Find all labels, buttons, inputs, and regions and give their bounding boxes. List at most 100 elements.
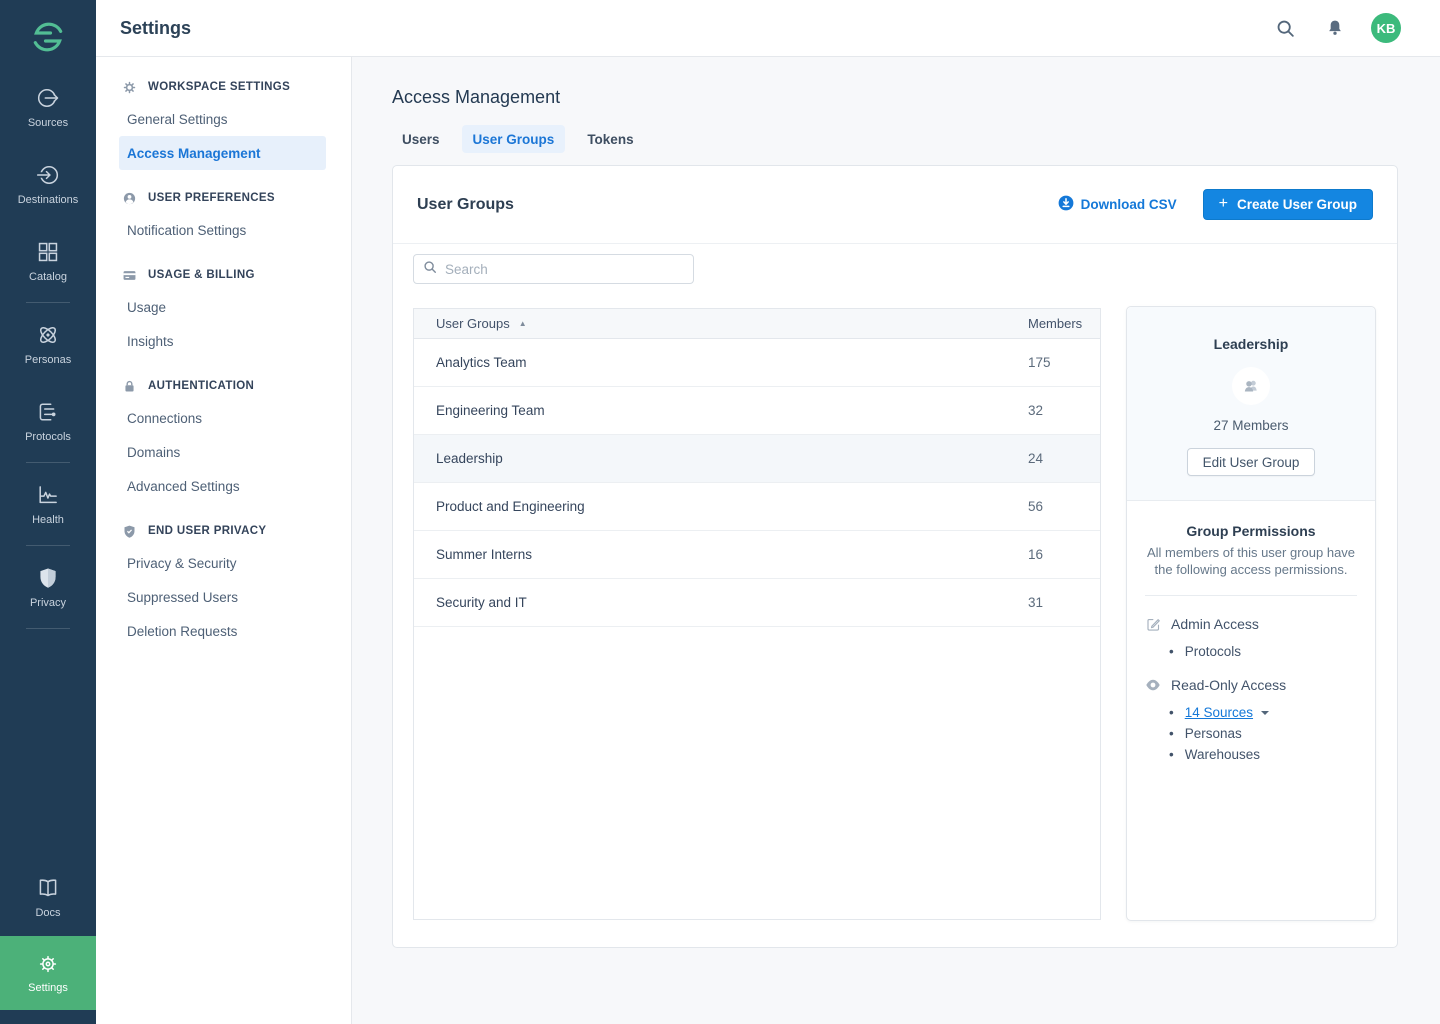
card-header: User Groups Download CSV + Create User G…	[393, 166, 1397, 244]
user-groups-table: User Groups ▲ Members Analytics Team 175…	[413, 308, 1101, 920]
sidebar-item-connections[interactable]: Connections	[119, 401, 326, 435]
edit-user-group-button[interactable]: Edit User Group	[1187, 448, 1316, 476]
rail-item-docs[interactable]: Docs	[0, 865, 96, 929]
gear-icon	[36, 952, 60, 976]
sidebar-group-header: USER PREFERENCES	[96, 183, 351, 213]
top-header: Settings KB	[96, 0, 1440, 57]
sidebar-item-access-management[interactable]: Access Management	[119, 136, 326, 170]
access-management-tabs: Users User Groups Tokens	[391, 125, 1440, 153]
group-name-cell: Leadership	[414, 451, 1028, 466]
rail-item-label: Health	[32, 514, 64, 526]
sources-count-link[interactable]: 14 Sources	[1185, 702, 1253, 723]
rail-item-label: Protocols	[25, 431, 71, 443]
gear-icon	[121, 80, 137, 95]
privacy-shield-icon	[35, 565, 61, 591]
search-icon	[423, 260, 437, 279]
chevron-down-icon[interactable]	[1261, 711, 1269, 715]
plus-icon: +	[1219, 196, 1228, 212]
group-name-cell: Summer Interns	[414, 547, 1028, 562]
settings-sidebar: WORKSPACE SETTINGS General Settings Acce…	[96, 57, 352, 1024]
table-row[interactable]: Product and Engineering 56	[414, 483, 1100, 531]
permission-item: • Warehouses	[1145, 744, 1357, 765]
group-summary: Leadership 27 Members Edit User Group	[1127, 307, 1375, 501]
search-input[interactable]	[445, 262, 684, 277]
create-user-group-button[interactable]: + Create User Group	[1203, 189, 1373, 220]
table-row[interactable]: Analytics Team 175	[414, 339, 1100, 387]
table-row[interactable]: Summer Interns 16	[414, 531, 1100, 579]
sidebar-group-header: END USER PRIVACY	[96, 516, 351, 546]
group-name-cell: Product and Engineering	[414, 499, 1028, 514]
rail-item-label: Personas	[25, 354, 71, 366]
section-title: Access Management	[392, 87, 1440, 108]
sidebar-group-end-user-privacy: END USER PRIVACY Privacy & Security Supp…	[96, 516, 351, 648]
rail-item-label: Catalog	[29, 271, 67, 283]
sidebar-item-advanced-settings[interactable]: Advanced Settings	[119, 469, 326, 503]
sidebar-group-usage-billing: USAGE & BILLING Usage Insights	[96, 260, 351, 358]
bullet: •	[1169, 702, 1174, 723]
group-detail-panel: Leadership 27 Members Edit User Group	[1126, 306, 1376, 921]
member-count: 27 Members	[1143, 418, 1359, 433]
sidebar-item-suppressed-users[interactable]: Suppressed Users	[119, 580, 326, 614]
tab-users[interactable]: Users	[391, 125, 451, 153]
tab-tokens[interactable]: Tokens	[576, 125, 644, 153]
rail-item-privacy[interactable]: Privacy	[0, 555, 96, 619]
segment-logo-icon[interactable]	[24, 13, 72, 61]
notifications-bell-icon[interactable]	[1323, 16, 1347, 40]
rail-item-health[interactable]: Health	[0, 472, 96, 536]
members-count-cell: 31	[1028, 595, 1100, 610]
search-box	[413, 254, 694, 284]
download-csv-link[interactable]: Download CSV	[1058, 195, 1177, 214]
table-row[interactable]: Security and IT 31	[414, 579, 1100, 627]
table-row[interactable]: Engineering Team 32	[414, 387, 1100, 435]
user-groups-card: User Groups Download CSV + Create User G…	[392, 165, 1398, 948]
rail-item-sources[interactable]: Sources	[0, 75, 96, 139]
group-name-cell: Engineering Team	[414, 403, 1028, 418]
admin-access-row: Admin Access	[1145, 616, 1357, 632]
rail-item-label: Privacy	[30, 597, 66, 609]
sidebar-group-header: AUTHENTICATION	[96, 371, 351, 401]
sidebar-item-privacy-security[interactable]: Privacy & Security	[119, 546, 326, 580]
sort-ascending-icon: ▲	[519, 319, 527, 328]
catalog-icon	[35, 239, 61, 265]
sidebar-group-workspace-settings: WORKSPACE SETTINGS General Settings Acce…	[96, 72, 351, 170]
permissions-title: Group Permissions	[1145, 523, 1357, 539]
sidebar-item-usage[interactable]: Usage	[119, 290, 326, 324]
table-row-selected[interactable]: Leadership 24	[414, 435, 1100, 483]
sidebar-item-notification-settings[interactable]: Notification Settings	[119, 213, 326, 247]
table-header: User Groups ▲ Members	[414, 309, 1100, 339]
docs-book-icon	[35, 875, 61, 901]
main-content: Access Management Users User Groups Toke…	[352, 57, 1440, 1024]
sidebar-group-header: WORKSPACE SETTINGS	[96, 72, 351, 102]
tab-user-groups[interactable]: User Groups	[462, 125, 566, 153]
search-icon[interactable]	[1273, 16, 1297, 40]
read-only-access-row: Read-Only Access	[1145, 677, 1357, 693]
rail-item-personas[interactable]: Personas	[0, 312, 96, 376]
sidebar-group-user-preferences: USER PREFERENCES Notification Settings	[96, 183, 351, 247]
rail-item-settings-active[interactable]: Settings	[0, 936, 96, 1010]
rail-item-label: Docs	[35, 907, 60, 919]
download-icon	[1058, 195, 1074, 214]
permission-item: • Personas	[1145, 723, 1357, 744]
destinations-icon	[35, 162, 61, 188]
admin-access-label: Admin Access	[1171, 616, 1259, 632]
card-body: User Groups ▲ Members Analytics Team 175…	[393, 244, 1397, 947]
group-name-cell: Security and IT	[414, 595, 1028, 610]
credit-card-icon	[121, 268, 137, 283]
sidebar-item-deletion-requests[interactable]: Deletion Requests	[119, 614, 326, 648]
sidebar-item-insights[interactable]: Insights	[119, 324, 326, 358]
rail-item-catalog[interactable]: Catalog	[0, 229, 96, 293]
shield-icon	[121, 524, 137, 539]
sidebar-item-general-settings[interactable]: General Settings	[119, 102, 326, 136]
members-count-cell: 175	[1028, 355, 1100, 370]
read-only-access-list: • 14 Sources • Personas • Warehouses	[1145, 702, 1357, 765]
members-count-cell: 32	[1028, 403, 1100, 418]
sidebar-item-domains[interactable]: Domains	[119, 435, 326, 469]
user-avatar[interactable]: KB	[1371, 13, 1401, 43]
group-name-cell: Analytics Team	[414, 355, 1028, 370]
rail-item-protocols[interactable]: Protocols	[0, 389, 96, 453]
column-header-user-groups[interactable]: User Groups ▲	[414, 316, 1028, 331]
members-count-cell: 56	[1028, 499, 1100, 514]
rail-item-destinations[interactable]: Destinations	[0, 152, 96, 216]
read-only-access-label: Read-Only Access	[1171, 677, 1286, 693]
column-header-members: Members	[1028, 316, 1100, 331]
